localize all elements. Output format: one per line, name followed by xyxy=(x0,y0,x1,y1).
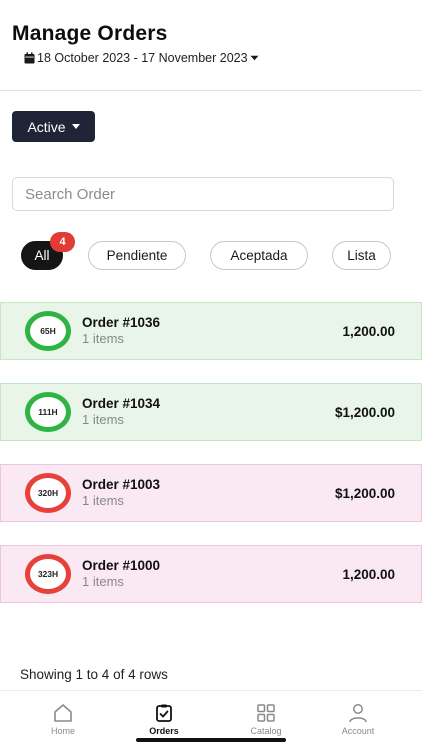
order-items-count: 1 items xyxy=(82,574,124,589)
tab-label: Account xyxy=(341,726,375,736)
tab-label: Home xyxy=(50,726,75,736)
user-icon xyxy=(349,704,367,723)
filter-chip-aceptada[interactable]: Aceptada xyxy=(210,241,308,270)
order-name: Order #1000 xyxy=(82,558,161,573)
date-range-text: 18 October 2023 - 17 November 2023 xyxy=(37,51,248,65)
order-items-count: 1 items xyxy=(82,412,124,427)
order-items-count: 1 items xyxy=(82,493,124,508)
filter-chip-label: Pendiente xyxy=(106,248,168,263)
home-icon xyxy=(54,704,72,722)
calendar-icon xyxy=(24,52,35,64)
tab-orders[interactable]: Orders xyxy=(124,703,204,736)
grid-icon xyxy=(257,704,275,722)
order-amount: 1,200.00 xyxy=(342,567,395,582)
order-amount: $1,200.00 xyxy=(334,486,395,501)
pagination-summary: Showing 1 to 4 of 4 rows xyxy=(20,667,168,682)
order-timer-ring: 320H xyxy=(25,473,71,513)
order-timer-ring: 111H xyxy=(25,392,71,432)
tab-label: Catalog xyxy=(250,726,282,736)
order-card[interactable]: 320H Order #1003 1 items $1,200.00 xyxy=(0,464,422,522)
date-range-picker[interactable]: 18 October 2023 - 17 November 2023 xyxy=(24,51,259,65)
order-name: Order #1003 xyxy=(82,477,161,492)
filter-chip-label: Aceptada xyxy=(230,248,288,263)
search-field[interactable] xyxy=(12,177,394,211)
chevron-down-icon xyxy=(250,55,259,61)
tab-catalog[interactable]: Catalog xyxy=(226,703,306,736)
filter-chip-lista[interactable]: Lista xyxy=(332,241,391,270)
page-title: Manage Orders xyxy=(12,22,168,45)
filter-chip-label: All xyxy=(34,248,50,263)
count-badge: 4 xyxy=(50,232,75,252)
filter-chip-label: Lista xyxy=(347,248,376,263)
order-amount: $1,200.00 xyxy=(334,405,395,420)
status-filter-label: Active xyxy=(27,118,66,135)
clipboard-check-icon xyxy=(156,704,172,722)
order-items-count: 1 items xyxy=(82,331,124,346)
order-amount: 1,200.00 xyxy=(342,324,395,339)
caret-down-icon xyxy=(71,124,80,129)
order-name: Order #1036 xyxy=(82,315,161,330)
tab-account[interactable]: Account xyxy=(318,703,398,736)
order-name: Order #1034 xyxy=(82,396,161,411)
order-card[interactable]: 65H Order #1036 1 items 1,200.00 xyxy=(0,302,422,360)
home-indicator xyxy=(136,738,286,742)
search-input[interactable] xyxy=(25,185,393,203)
header-divider xyxy=(0,90,422,91)
tab-label: Orders xyxy=(149,726,179,736)
tab-home[interactable]: Home xyxy=(23,703,103,736)
status-filter-dropdown[interactable]: Active xyxy=(12,111,95,142)
order-card[interactable]: 111H Order #1034 1 items $1,200.00 xyxy=(0,383,422,441)
order-timer-ring: 323H xyxy=(25,554,71,594)
filter-chip-pendiente[interactable]: Pendiente xyxy=(88,241,186,270)
order-card[interactable]: 323H Order #1000 1 items 1,200.00 xyxy=(0,545,422,603)
order-timer-ring: 65H xyxy=(25,311,71,351)
